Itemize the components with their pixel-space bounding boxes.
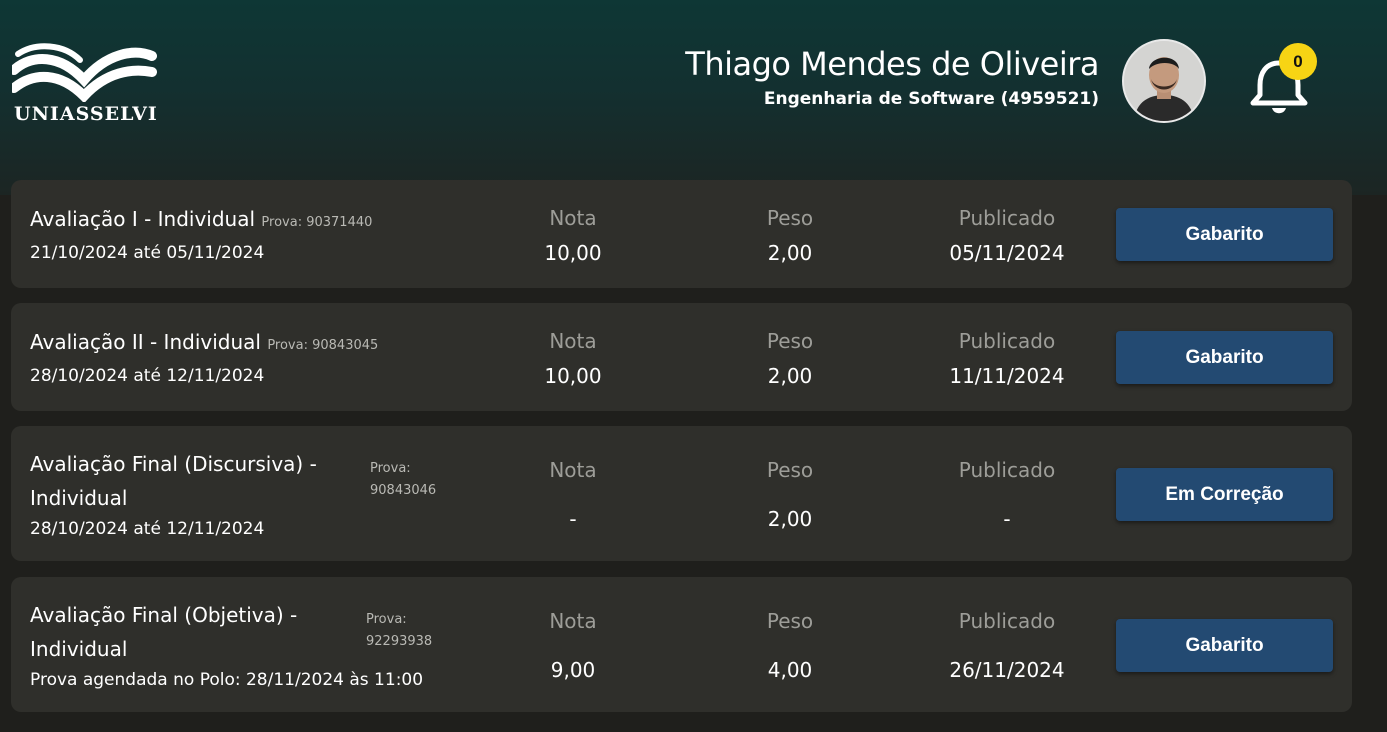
nota-label: Nota bbox=[549, 609, 597, 633]
assessment-title-text: Avaliação I - Individual bbox=[30, 207, 256, 231]
nota-label: Nota bbox=[549, 206, 597, 230]
assessment-card: Avaliação II - Individual Prova: 9084304… bbox=[11, 303, 1352, 411]
nota-value: 9,00 bbox=[550, 658, 596, 682]
nota-value: 10,00 bbox=[544, 241, 602, 265]
nota-label: Nota bbox=[549, 329, 597, 353]
peso-label: Peso bbox=[766, 609, 814, 633]
assessment-dates: 28/10/2024 até 12/11/2024 bbox=[30, 366, 265, 386]
peso-value: 2,00 bbox=[767, 364, 813, 388]
publicado-label: Publicado bbox=[958, 458, 1056, 482]
prova-label: Prova: bbox=[370, 461, 411, 476]
prova-id: Prova: 90843045 bbox=[267, 338, 379, 353]
prova-label: Prova: bbox=[366, 612, 407, 627]
peso-label: Peso bbox=[766, 329, 814, 353]
assessment-title-line2: Individual bbox=[30, 486, 128, 510]
assessment-card: Avaliação Final (Discursiva) - Individua… bbox=[11, 426, 1352, 561]
peso-label: Peso bbox=[766, 206, 814, 230]
peso-value: 4,00 bbox=[767, 658, 813, 682]
assessment-title-text: Avaliação II - Individual bbox=[30, 330, 261, 354]
nota-label: Nota bbox=[549, 458, 597, 482]
avatar[interactable] bbox=[1122, 39, 1206, 123]
publicado-label: Publicado bbox=[958, 609, 1056, 633]
user-course: Engenharia de Software (4959521) bbox=[763, 89, 1099, 109]
gabarito-button[interactable]: Gabarito bbox=[1116, 619, 1333, 672]
assessment-title-line1: Avaliação Final (Discursiva) - bbox=[30, 452, 317, 476]
publicado-value: 26/11/2024 bbox=[949, 658, 1065, 682]
assessment-card: Avaliação Final (Objetiva) - Individual … bbox=[11, 577, 1352, 712]
prova-id: 92293938 bbox=[366, 634, 433, 649]
assessment-dates: 28/10/2024 até 12/11/2024 bbox=[30, 519, 265, 539]
peso-value: 2,00 bbox=[767, 507, 813, 531]
publicado-value: 11/11/2024 bbox=[949, 364, 1065, 388]
user-avatar-icon bbox=[1124, 41, 1204, 121]
book-logo-icon bbox=[12, 43, 157, 102]
brand-name: UNIASSELVI bbox=[14, 103, 158, 125]
assessment-title: Avaliação II - Individual Prova: 9084304… bbox=[30, 325, 378, 363]
peso-label: Peso bbox=[766, 458, 814, 482]
em-correcao-button[interactable]: Em Correção bbox=[1116, 468, 1333, 521]
assessment-dates: 21/10/2024 até 05/11/2024 bbox=[30, 243, 265, 263]
prova-id: Prova: 90371440 bbox=[261, 215, 373, 230]
assessment-dates: Prova agendada no Polo: 28/11/2024 às 11… bbox=[30, 670, 424, 690]
uniasselvi-logo[interactable]: UNIASSELVI bbox=[12, 40, 157, 130]
publicado-value: - bbox=[1003, 507, 1011, 531]
nota-value: 10,00 bbox=[544, 364, 602, 388]
nota-value: - bbox=[569, 507, 577, 531]
notification-badge: 0 bbox=[1279, 43, 1317, 80]
assessment-title-line1: Avaliação Final (Objetiva) - bbox=[30, 603, 298, 627]
assessment-card: Avaliação I - Individual Prova: 90371440… bbox=[11, 180, 1352, 288]
publicado-label: Publicado bbox=[958, 206, 1056, 230]
gabarito-button[interactable]: Gabarito bbox=[1116, 331, 1333, 384]
publicado-value: 05/11/2024 bbox=[949, 241, 1065, 265]
assessment-title: Avaliação I - Individual Prova: 90371440 bbox=[30, 202, 372, 240]
assessment-title-line2: Individual bbox=[30, 637, 128, 661]
peso-value: 2,00 bbox=[767, 241, 813, 265]
header: UNIASSELVI Thiago Mendes de Oliveira Eng… bbox=[0, 0, 1387, 195]
prova-id: 90843046 bbox=[370, 483, 437, 498]
user-name: Thiago Mendes de Oliveira bbox=[685, 45, 1099, 83]
publicado-label: Publicado bbox=[958, 329, 1056, 353]
page: UNIASSELVI Thiago Mendes de Oliveira Eng… bbox=[0, 0, 1387, 732]
gabarito-button[interactable]: Gabarito bbox=[1116, 208, 1333, 261]
user-info: Thiago Mendes de Oliveira Engenharia de … bbox=[685, 44, 1099, 109]
